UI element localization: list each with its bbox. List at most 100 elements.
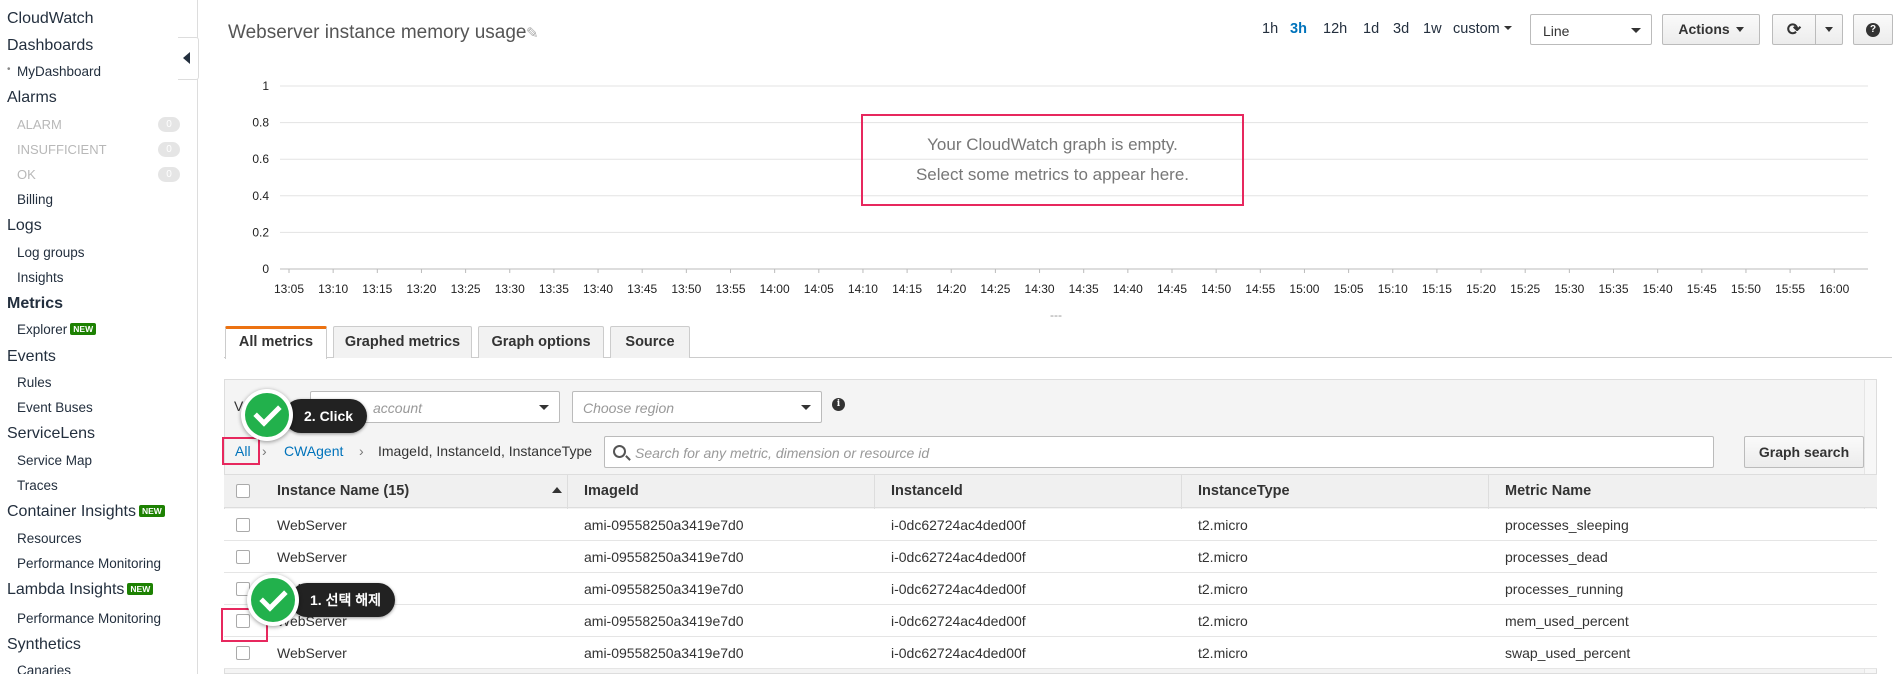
cell-instancetype: t2.micro: [1198, 581, 1248, 597]
sidebar-item-synthetics[interactable]: Synthetics: [7, 636, 81, 654]
x-tick-label: 13:10: [318, 282, 348, 296]
x-tick-label: 14:10: [848, 282, 878, 296]
tab-graph-options[interactable]: Graph options: [478, 326, 604, 358]
table-row[interactable]: WebServer ami-09558250a3419e7d0 i-0dc62724…: [224, 541, 1877, 573]
x-tick-label: 15:35: [1598, 282, 1628, 296]
cell-instanceid: i-0dc62724ac4ded00f: [891, 581, 1026, 597]
x-tick-label: 14:05: [804, 282, 834, 296]
x-tick-label: 15:25: [1510, 282, 1540, 296]
column-instance-name[interactable]: Instance Name (15): [277, 483, 409, 499]
table-row[interactable]: WebServerami-09558250a3419e7d0i-0dc62724…: [224, 637, 1877, 669]
x-tick-label: 13:45: [627, 282, 657, 296]
cell-metric-name: processes_sleeping: [1505, 517, 1629, 533]
cell-instanceid: i-0dc62724ac4ded00f: [891, 549, 1026, 565]
x-tick-label: 15:55: [1775, 282, 1805, 296]
table-header: Instance Name (15) ImageId InstanceId In…: [224, 474, 1877, 509]
column-divider: [567, 475, 568, 509]
x-tick-label: 15:45: [1687, 282, 1717, 296]
region-select[interactable]: Choose region: [572, 391, 822, 423]
metric-search-input[interactable]: Search for any metric, dimension or reso…: [604, 436, 1714, 468]
row-checkbox[interactable]: [236, 646, 250, 660]
x-tick-label: 13:20: [406, 282, 436, 296]
tab-graphed-metrics[interactable]: Graphed metrics: [333, 326, 472, 358]
y-tick-label: 0.4: [252, 189, 269, 203]
cell-instance-name: WebServer: [277, 517, 347, 533]
check-icon-inner: [245, 393, 289, 437]
resize-handle[interactable]: ---: [1050, 308, 1062, 322]
sidebar-item-container-insights[interactable]: Container Insights NEW: [7, 503, 165, 521]
sidebar-item-rules[interactable]: Rules: [17, 375, 52, 390]
check-icon: [241, 389, 293, 441]
breadcrumb-namespace[interactable]: CWAgent: [284, 443, 343, 459]
sidebar-item-events[interactable]: Events: [7, 348, 56, 366]
y-tick-label: 0.6: [252, 152, 269, 166]
row-checkbox[interactable]: [236, 550, 250, 564]
cell-metric-name: swap_used_percent: [1505, 645, 1631, 661]
cell-metric-name: processes_dead: [1505, 549, 1608, 565]
x-tick-label: 14:40: [1113, 282, 1143, 296]
sidebar-item-resources[interactable]: Resources: [17, 531, 82, 546]
caret-down-icon: [801, 405, 811, 410]
sidebar-item-explorer-label: Explorer: [17, 322, 68, 337]
y-tick-label: 0.8: [252, 116, 269, 130]
check-icon-inner: [251, 578, 295, 622]
column-imageid[interactable]: ImageId: [584, 483, 639, 499]
x-tick-label: 16:00: [1819, 282, 1849, 296]
cell-instancetype: t2.micro: [1198, 645, 1248, 661]
y-tick-label: 0: [262, 262, 269, 276]
column-instanceid[interactable]: InstanceId: [891, 483, 963, 499]
row-checkbox[interactable]: [236, 518, 250, 532]
column-divider: [1181, 475, 1182, 509]
cell-instance-name: WebServer: [277, 549, 347, 565]
sidebar-item-lambda-performance-monitoring[interactable]: Performance Monitoring: [17, 611, 161, 626]
search-icon: [613, 445, 626, 458]
x-tick-label: 13:50: [671, 282, 701, 296]
x-tick-label: 15:00: [1289, 282, 1319, 296]
x-tick-label: 13:40: [583, 282, 613, 296]
sidebar-item-traces[interactable]: Traces: [17, 478, 58, 493]
column-instancetype[interactable]: InstanceType: [1198, 483, 1290, 499]
x-tick-label: 15:15: [1422, 282, 1452, 296]
x-tick-label: 15:40: [1643, 282, 1673, 296]
sidebar-item-performance-monitoring[interactable]: Performance Monitoring: [17, 556, 161, 571]
x-tick-label: 14:20: [936, 282, 966, 296]
table-row[interactable]: WebServerami-09558250a3419e7d0i-0dc62724…: [224, 605, 1877, 637]
x-tick-label: 15:50: [1731, 282, 1761, 296]
info-icon[interactable]: i: [832, 398, 845, 411]
sidebar-item-canaries[interactable]: Canaries: [17, 663, 71, 674]
cell-instancetype: t2.micro: [1198, 517, 1248, 533]
x-tick-label: 15:05: [1334, 282, 1364, 296]
new-badge: NEW: [70, 323, 97, 335]
cell-instanceid: i-0dc62724ac4ded00f: [891, 613, 1026, 629]
x-tick-label: 13:35: [539, 282, 569, 296]
empty-graph-line-1: Your CloudWatch graph is empty.: [927, 135, 1178, 154]
sidebar-item-service-map[interactable]: Service Map: [17, 453, 92, 468]
x-tick-label: 15:30: [1554, 282, 1584, 296]
highlight-all-breadcrumb: [222, 437, 260, 465]
graph-search-button[interactable]: Graph search: [1744, 436, 1864, 468]
sidebar-item-explorer[interactable]: Explorer NEW: [17, 322, 97, 337]
select-all-checkbox[interactable]: [236, 484, 250, 498]
cell-metric-name: processes_running: [1505, 581, 1624, 597]
cell-instanceid: i-0dc62724ac4ded00f: [891, 645, 1026, 661]
x-tick-label: 13:25: [451, 282, 481, 296]
table-row[interactable]: WebServerami-09558250a3419e7d0i-0dc62724…: [224, 509, 1877, 541]
tab-all-metrics[interactable]: All metrics: [225, 326, 327, 359]
sidebar-item-servicelens[interactable]: ServiceLens: [7, 425, 95, 443]
cell-imageid: ami-09558250a3419e7d0: [584, 549, 744, 565]
sort-ascending-icon[interactable]: [552, 487, 562, 493]
callout-step-1: 1. 선택 해제: [290, 583, 395, 617]
x-tick-label: 14:35: [1069, 282, 1099, 296]
x-tick-label: 14:25: [980, 282, 1010, 296]
sidebar-item-event-buses[interactable]: Event Buses: [17, 400, 93, 415]
table-row[interactable]: WebServerami-09558250a3419e7d0i-0dc62724…: [224, 573, 1877, 605]
x-tick-label: 14:15: [892, 282, 922, 296]
new-badge: NEW: [127, 583, 154, 595]
tab-source[interactable]: Source: [610, 326, 690, 358]
sidebar-item-lambda-insights[interactable]: Lambda Insights NEW: [7, 581, 154, 599]
x-tick-label: 13:30: [495, 282, 525, 296]
column-metric-name[interactable]: Metric Name: [1505, 483, 1591, 499]
x-tick-label: 15:10: [1378, 282, 1408, 296]
y-tick-label: 1: [262, 79, 269, 93]
cell-instancetype: t2.micro: [1198, 549, 1248, 565]
